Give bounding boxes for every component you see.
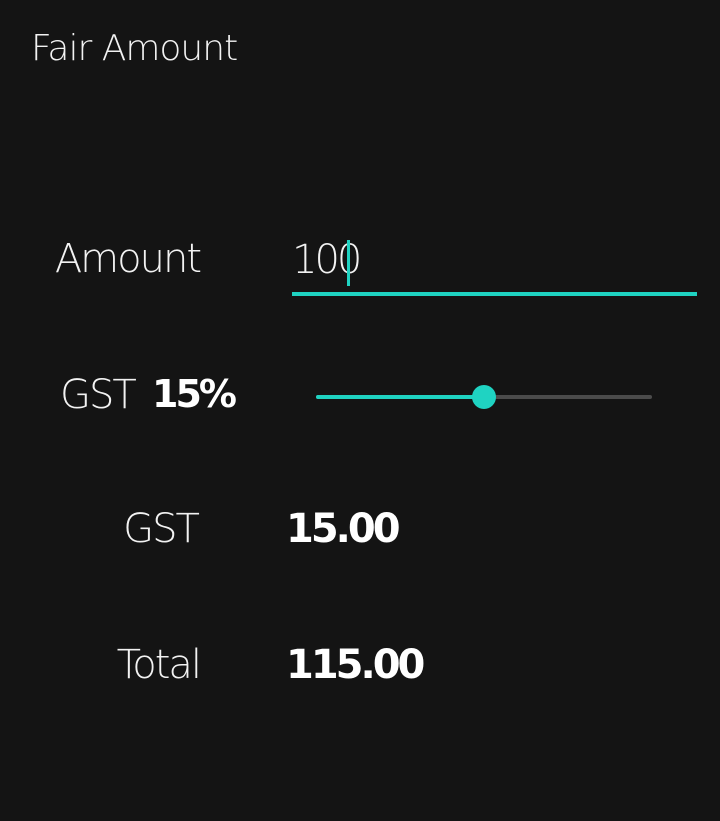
total-value: 115.00 [286, 642, 425, 688]
text-cursor [347, 240, 350, 286]
total-label: Total [116, 642, 202, 688]
amount-input[interactable]: 100 [292, 232, 697, 296]
gst-rate-slider[interactable] [316, 380, 652, 414]
app-title: Fair Amount [31, 28, 238, 69]
gst-result-label: GST [123, 506, 200, 552]
gst-rate-label: GST [60, 372, 137, 418]
gst-rate-value: 15% [152, 372, 237, 416]
slider-fill [316, 395, 484, 399]
gst-result-value: 15.00 [286, 506, 401, 552]
slider-thumb[interactable] [472, 385, 496, 409]
amount-label: Amount [54, 236, 202, 282]
